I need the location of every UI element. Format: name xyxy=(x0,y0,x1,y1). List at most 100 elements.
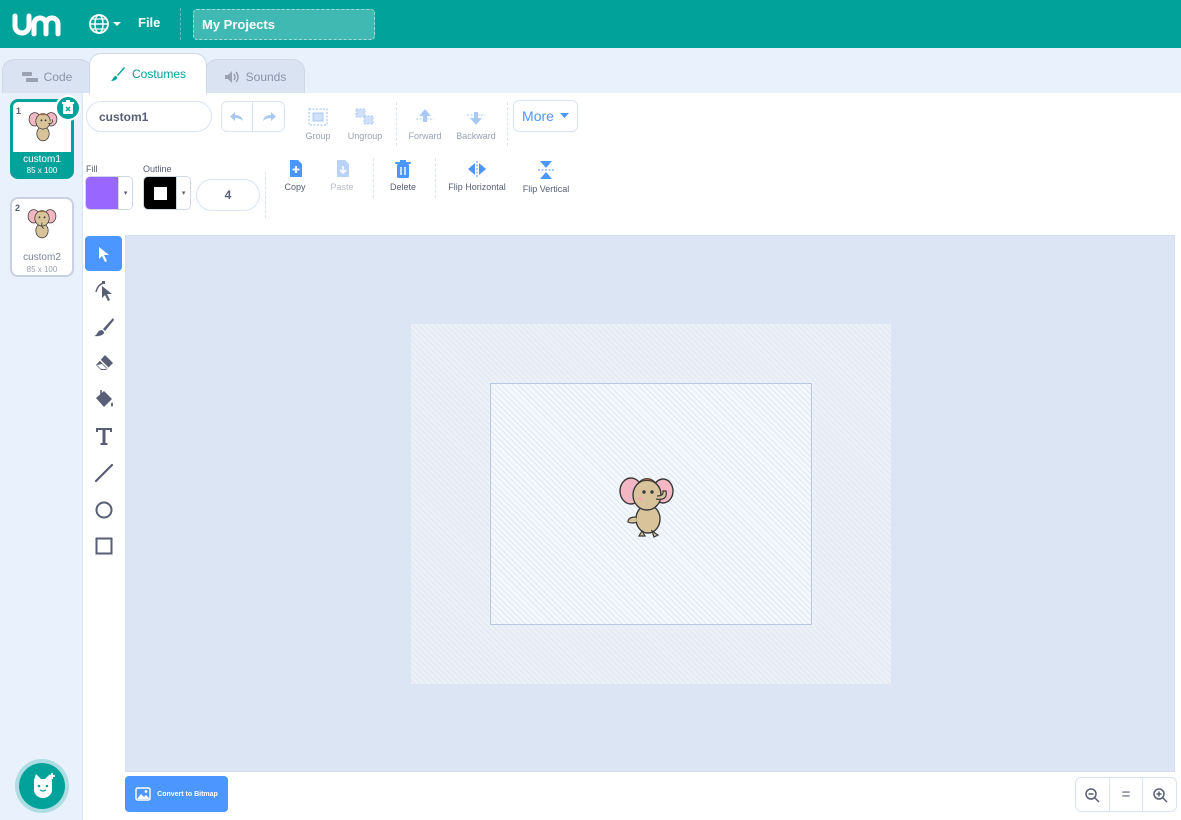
backward-button[interactable]: Backward xyxy=(452,106,500,141)
text-icon xyxy=(95,427,112,445)
paste-button[interactable]: Paste xyxy=(326,159,358,192)
zoom-reset-button[interactable]: = xyxy=(1108,778,1143,811)
costume-name: custom2 xyxy=(23,252,61,263)
zoom-out-button[interactable] xyxy=(1076,778,1109,811)
ungroup-icon xyxy=(355,108,374,125)
group-button[interactable]: Group xyxy=(300,106,336,141)
delete-costume-button[interactable] xyxy=(55,95,81,121)
tab-code-label: Code xyxy=(43,69,73,84)
flip-horizontal-button[interactable]: Flip Horizontal xyxy=(443,159,511,192)
outline-width-input[interactable] xyxy=(196,179,260,211)
group-label: Group xyxy=(305,131,331,141)
redo-button[interactable] xyxy=(253,102,284,131)
line-tool[interactable] xyxy=(85,455,122,490)
undo-redo-group xyxy=(221,101,285,132)
eraser-tool[interactable] xyxy=(85,345,122,380)
ungroup-label: Ungroup xyxy=(347,131,383,141)
tab-costumes[interactable]: Costumes xyxy=(89,53,207,94)
convert-label: Convert to Bitmap xyxy=(157,790,218,798)
arrow-down-icon xyxy=(467,112,485,125)
brush-tool[interactable] xyxy=(85,309,122,344)
line-icon xyxy=(94,463,113,482)
costume-name: custom1 xyxy=(23,154,61,165)
language-menu[interactable] xyxy=(88,12,124,36)
flip-horizontal-icon xyxy=(468,161,486,177)
more-label: More xyxy=(522,108,554,124)
zoom-in-button[interactable] xyxy=(1142,778,1176,811)
drawing-canvas[interactable] xyxy=(125,235,1175,772)
add-costume-button[interactable] xyxy=(19,763,65,809)
stage-bounds xyxy=(490,383,812,625)
eraser-icon xyxy=(95,354,113,370)
arrow-up-icon xyxy=(416,109,434,122)
paint-bucket-icon xyxy=(95,389,113,407)
project-title-field[interactable]: My Projects xyxy=(193,9,375,40)
circle-icon xyxy=(95,501,112,518)
backward-label: Backward xyxy=(456,131,496,141)
outline-color-picker[interactable]: ▾ xyxy=(143,176,191,210)
redo-icon xyxy=(262,111,276,121)
flip-vertical-icon xyxy=(538,161,554,179)
costume-number: 2 xyxy=(15,203,21,213)
delete-button[interactable]: Delete xyxy=(385,159,421,192)
copy-label: Copy xyxy=(284,182,306,192)
outline-label: Outline xyxy=(143,164,172,174)
tab-sounds[interactable]: Sounds xyxy=(205,59,305,93)
menu-divider xyxy=(180,8,181,40)
fill-tool[interactable] xyxy=(85,381,122,416)
toolbar-divider xyxy=(373,158,374,198)
tab-code[interactable]: Code xyxy=(2,59,92,93)
flip-vertical-button[interactable]: Flip Vertical xyxy=(518,159,574,194)
brush-icon xyxy=(110,67,125,81)
costume-item-2[interactable]: 2 custom2 85 x 100 xyxy=(10,197,74,277)
reshape-tool[interactable] xyxy=(85,273,122,308)
caret-down-icon: ▾ xyxy=(118,177,132,209)
costume-name-input[interactable] xyxy=(86,101,212,132)
toolbar-divider xyxy=(396,102,397,146)
circle-tool[interactable] xyxy=(85,492,122,527)
convert-to-bitmap-button[interactable]: Convert to Bitmap xyxy=(125,776,228,812)
costume-size: 85 x 100 xyxy=(26,265,58,274)
copy-icon xyxy=(290,160,302,177)
elephant-thumbnail xyxy=(27,209,57,239)
forward-label: Forward xyxy=(408,131,442,141)
more-menu-button[interactable]: More xyxy=(513,100,578,132)
flip-horizontal-label: Flip Horizontal xyxy=(448,182,506,192)
fill-color-picker[interactable]: ▾ xyxy=(85,176,133,210)
zoom-controls: = xyxy=(1075,777,1177,812)
brush-icon xyxy=(93,317,114,336)
file-menu[interactable]: File xyxy=(138,15,160,30)
caret-down-icon: ▾ xyxy=(176,177,190,209)
text-tool[interactable] xyxy=(85,418,122,453)
trash-icon xyxy=(395,160,411,178)
rectangle-tool[interactable] xyxy=(85,528,122,563)
caret-down-icon xyxy=(559,113,569,118)
toolbar-divider xyxy=(507,102,508,146)
zoom-in-icon xyxy=(1152,787,1168,803)
undo-button[interactable] xyxy=(222,102,254,131)
image-icon xyxy=(135,787,151,801)
flip-vertical-label: Flip Vertical xyxy=(522,184,570,194)
costume-number: 1 xyxy=(16,106,22,116)
group-icon xyxy=(308,108,328,126)
menu-bar: File My Projects xyxy=(0,0,1181,48)
trash-icon xyxy=(62,100,74,114)
undo-icon xyxy=(230,111,243,121)
costume-size: 85 x 100 xyxy=(26,166,58,175)
ungroup-button[interactable]: Ungroup xyxy=(343,106,387,141)
elephant-sprite[interactable] xyxy=(618,469,678,539)
rectangle-icon xyxy=(95,537,112,554)
toolbar-divider xyxy=(265,172,266,218)
tab-costumes-label: Costumes xyxy=(131,67,187,81)
toolbar-divider xyxy=(435,158,436,198)
reshape-icon xyxy=(94,280,112,301)
elephant-thumbnail xyxy=(28,112,58,142)
forward-button[interactable]: Forward xyxy=(404,106,446,141)
app-logo[interactable] xyxy=(12,10,68,38)
copy-button[interactable]: Copy xyxy=(279,159,311,192)
paste-icon xyxy=(337,160,349,177)
select-tool[interactable] xyxy=(85,236,122,271)
tab-sounds-label: Sounds xyxy=(245,69,287,84)
globe-icon xyxy=(89,14,121,34)
paste-label: Paste xyxy=(330,182,354,192)
